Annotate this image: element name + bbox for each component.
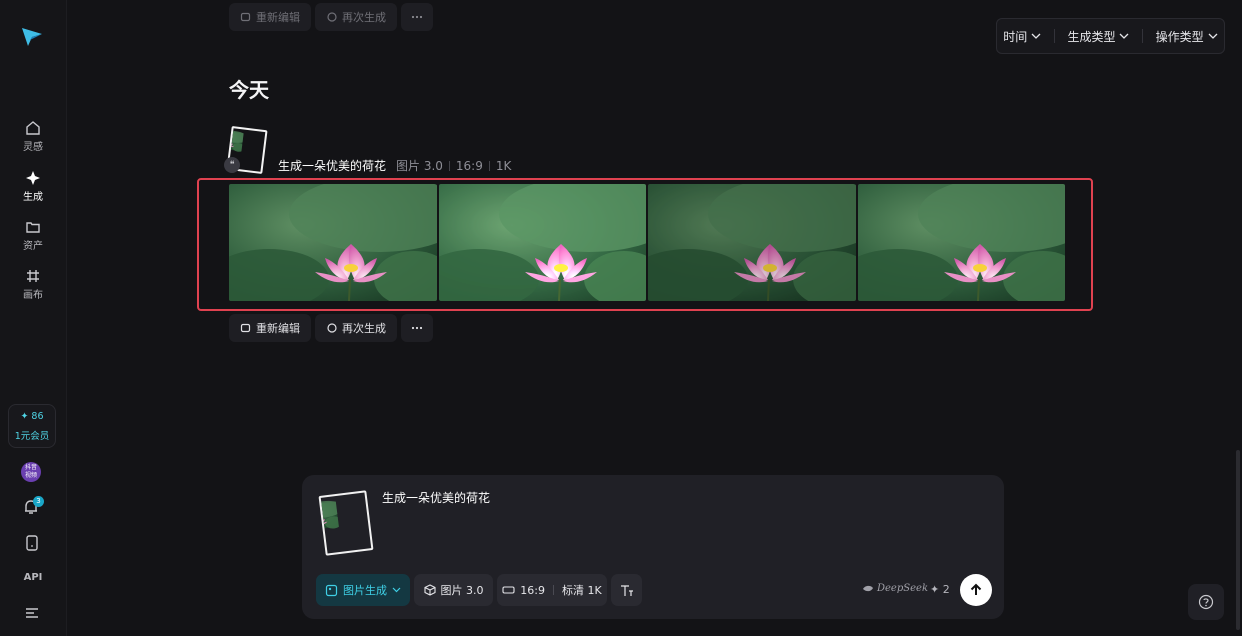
more-icon	[411, 15, 423, 19]
sidebar-item-canvas[interactable]: 画布	[0, 268, 66, 301]
sidebar-item-label: 画布	[23, 290, 43, 301]
ratio-label: 16:9	[520, 583, 545, 597]
canvas-hash-icon	[27, 270, 39, 282]
api-link[interactable]: API	[0, 572, 66, 583]
refresh-icon	[327, 323, 337, 333]
home-icon	[26, 121, 40, 135]
sidebar-item-label: 资产	[23, 241, 43, 252]
text-format-icon	[620, 584, 633, 596]
button-label: 重新编辑	[256, 11, 300, 24]
cube-icon	[423, 584, 436, 596]
help-icon	[1198, 594, 1214, 610]
record-resolution: 1K	[495, 158, 512, 173]
divider	[488, 160, 490, 171]
model-select[interactable]: 图片 3.0	[414, 574, 493, 606]
model-label: 图片 3.0	[440, 584, 484, 597]
image-generate-icon	[325, 584, 338, 596]
send-button[interactable]	[960, 574, 992, 606]
notification-badge: 3	[33, 496, 44, 507]
mode-label: 图片生成	[343, 584, 387, 597]
button-label: 再次生成	[342, 322, 386, 335]
divider	[1053, 29, 1055, 43]
avatar[interactable]: 抖音 视频	[21, 462, 41, 482]
filter-label: 时间	[1003, 29, 1028, 44]
edit-icon	[240, 12, 251, 22]
filter-operation-type[interactable]: 操作类型	[1156, 28, 1218, 45]
sidebar: 灵感 生成 资产 画布 ✦ 86 1元会员 抖音 视频 3 API	[0, 0, 67, 636]
prompt-composer: 生成一朵优美的荷花 图片生成 图片 3.0 16:9 标清 1K DeepSee…	[302, 475, 1004, 619]
credit-cost: ✦ 2	[930, 583, 950, 596]
button-label: 重新编辑	[256, 322, 300, 335]
avatar-text: 抖音 视频	[24, 464, 37, 479]
sidebar-item-label: 生成	[23, 192, 43, 203]
whale-icon	[863, 585, 873, 592]
divider	[1142, 29, 1144, 43]
filter-label: 生成类型	[1067, 29, 1116, 44]
section-title: 今天	[229, 78, 269, 102]
sparkle-icon	[26, 171, 40, 185]
chevron-down-icon	[1120, 33, 1129, 39]
quote-icon: ❝	[224, 157, 240, 173]
sidebar-item-inspiration[interactable]: 灵感	[0, 120, 66, 153]
mobile-icon[interactable]	[25, 535, 39, 551]
menu-icon[interactable]	[25, 607, 39, 619]
sidebar-item-label: 灵感	[23, 142, 43, 153]
more-icon	[411, 326, 423, 330]
deepseek-label: DeepSeek	[877, 583, 929, 594]
button-label: 再次生成	[342, 11, 386, 24]
arrow-up-icon	[970, 583, 982, 595]
sidebar-item-assets[interactable]: 资产	[0, 219, 66, 252]
regenerate-button[interactable]: 再次生成	[315, 3, 397, 31]
more-button[interactable]	[401, 3, 433, 31]
edit-icon	[240, 323, 251, 333]
chevron-down-icon	[1208, 33, 1218, 39]
membership-credits[interactable]: ✦ 86 1元会员	[8, 404, 56, 448]
paper-plane-logo-icon[interactable]	[20, 24, 44, 48]
reference-thumbnail[interactable]	[318, 490, 374, 556]
filter-generation-type[interactable]: 生成类型	[1067, 28, 1129, 45]
divider	[448, 160, 450, 171]
credits-amount: ✦ 86	[20, 411, 44, 422]
sidebar-item-generate[interactable]: 生成	[0, 170, 66, 203]
record-model: 图片 3.0	[396, 159, 443, 173]
filter-label: 操作类型	[1155, 29, 1204, 44]
record-meta: 图片 3.0 16:9 1K	[396, 157, 511, 174]
reedit-button[interactable]: 重新编辑	[229, 3, 311, 31]
filter-time[interactable]: 时间	[1003, 28, 1041, 45]
record-prompt: 生成一朵优美的荷花	[278, 159, 387, 173]
help-button[interactable]	[1188, 584, 1224, 620]
lotus-image	[321, 493, 371, 554]
reedit-button[interactable]: 重新编辑	[229, 314, 311, 342]
ratio-quality-select[interactable]: 16:9 标清 1K	[497, 574, 607, 606]
divider	[552, 585, 554, 595]
quality-label: 标清 1K	[561, 584, 602, 597]
selection-highlight	[197, 178, 1093, 311]
prompt-input[interactable]: 生成一朵优美的荷花	[382, 489, 490, 506]
deepseek-badge: DeepSeek	[862, 583, 928, 594]
filter-bar: 时间 生成类型 操作类型	[996, 18, 1225, 54]
chevron-down-icon	[1031, 33, 1041, 39]
record-ratio: 16:9	[455, 158, 483, 173]
aspect-ratio-icon	[502, 586, 515, 594]
scrollbar[interactable]	[1236, 450, 1240, 630]
refresh-icon	[327, 12, 337, 22]
membership-label: 1元会员	[14, 431, 50, 442]
chevron-down-icon	[392, 587, 401, 593]
regenerate-button[interactable]: 再次生成	[315, 314, 397, 342]
more-button[interactable]	[401, 314, 433, 342]
folder-icon	[26, 222, 40, 233]
mode-select[interactable]: 图片生成	[316, 574, 410, 606]
text-style-button[interactable]	[611, 574, 642, 606]
